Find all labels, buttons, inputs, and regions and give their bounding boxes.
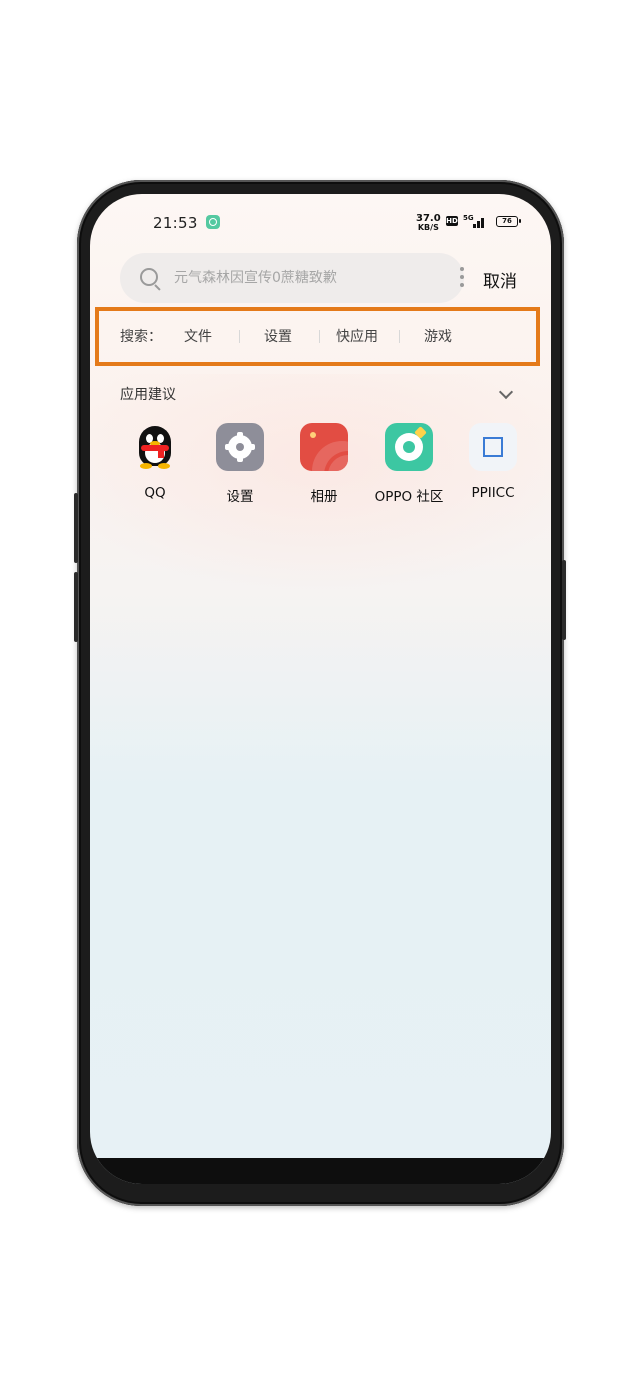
hd-icon: HD <box>446 216 458 226</box>
battery-level: 76 <box>502 217 512 225</box>
volume-down-button <box>74 572 78 642</box>
network-speed: 37.0 KB/S <box>416 214 441 232</box>
notification-app-icon <box>206 215 220 229</box>
album-icon <box>300 423 348 471</box>
app-label: 相册 <box>310 489 338 505</box>
status-time: 21:53 <box>153 214 198 232</box>
network-speed-unit: KB/S <box>417 223 439 232</box>
signal-icon: 5G <box>463 214 487 228</box>
search-bar[interactable] <box>120 253 464 303</box>
volume-up-button <box>74 493 78 563</box>
app-ppiicc[interactable]: PPIICC <box>453 423 533 501</box>
signal-bar <box>473 224 476 228</box>
ppiicc-icon <box>469 423 517 471</box>
highlight-box <box>95 307 540 366</box>
battery-icon: 76 <box>496 216 521 227</box>
app-qq[interactable]: QQ <box>115 423 195 501</box>
app-album[interactable]: 相册 <box>284 423 364 505</box>
app-label: PPIICC <box>471 485 515 501</box>
app-label: QQ <box>144 485 166 501</box>
app-label: OPPO 社区 <box>374 489 444 505</box>
search-input[interactable] <box>174 253 414 303</box>
signal-bar <box>477 221 480 228</box>
power-button <box>562 560 566 640</box>
app-suggestions-title: 应用建议 <box>120 387 176 403</box>
cancel-button[interactable]: 取消 <box>483 267 517 292</box>
status-bar: 21:53 37.0 KB/S HD 5G 76 <box>90 194 551 250</box>
network-type: 5G <box>463 214 474 222</box>
app-suggestions-list: QQ 设置 相册 OPPO 社区 PPIICC <box>115 423 535 513</box>
signal-bar <box>481 218 484 228</box>
app-settings[interactable]: 设置 <box>200 423 280 505</box>
settings-gear-icon <box>216 423 264 471</box>
search-icon <box>140 268 158 286</box>
qq-icon <box>131 423 179 471</box>
more-vertical-icon[interactable] <box>460 267 464 289</box>
app-oppo-community[interactable]: OPPO 社区 <box>369 423 449 505</box>
app-label: 设置 <box>226 489 254 505</box>
oppo-community-icon <box>385 423 433 471</box>
